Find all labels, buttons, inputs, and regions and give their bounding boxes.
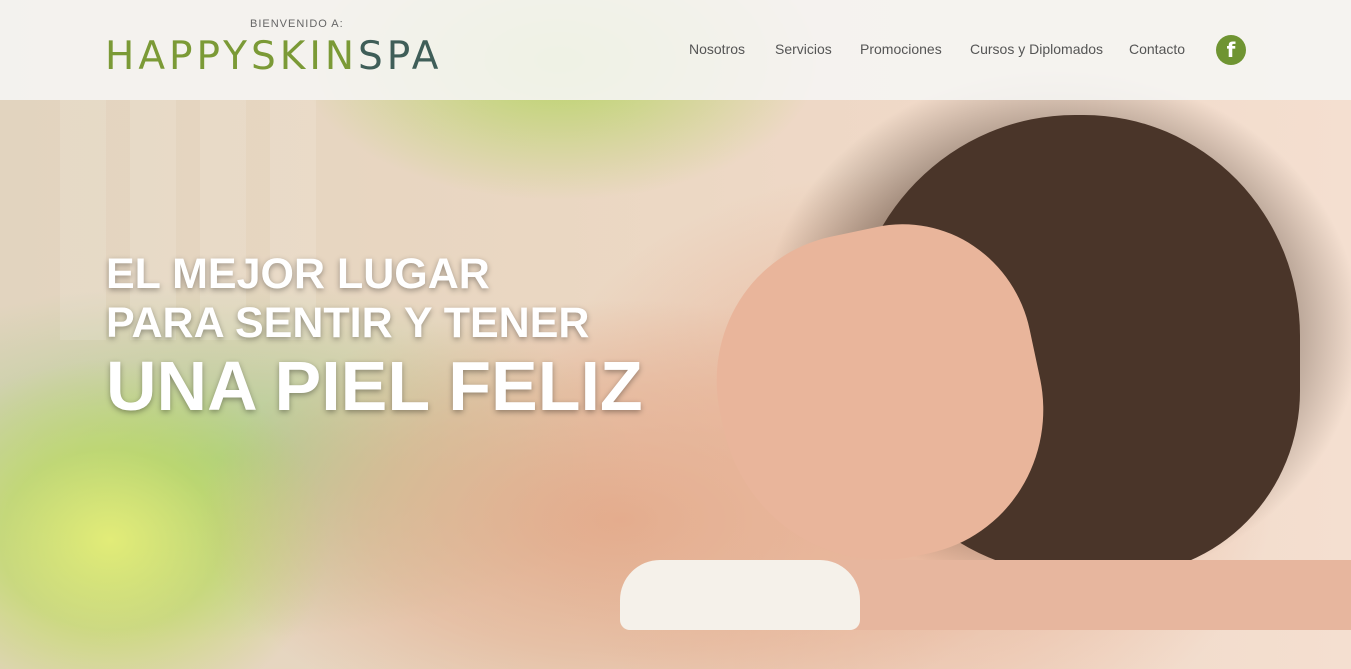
logo[interactable]: BIENVENIDO A: HAPPYSKINSPA (105, 18, 485, 88)
nav-nosotros[interactable]: Nosotros (689, 41, 745, 57)
nav-promociones[interactable]: Promociones (860, 41, 942, 57)
nav-servicios[interactable]: Servicios (775, 41, 832, 57)
brand-name: HAPPYSKINSPA (105, 34, 442, 80)
site-header: BIENVENIDO A: HAPPYSKINSPA Nosotros Serv… (0, 0, 1351, 100)
brand-name-part2: SPA (358, 34, 443, 79)
hero-line-3: UNA PIEL FELIZ (106, 347, 643, 425)
nav-cursos-diplomados[interactable]: Cursos y Diplomados (970, 41, 1103, 57)
facebook-icon[interactable]: f (1216, 35, 1246, 65)
hero-headline: EL MEJOR LUGAR PARA SENTIR Y TENER UNA P… (106, 250, 643, 424)
brand-name-part1: HAPPYSKIN (105, 34, 359, 79)
background-blind (60, 100, 106, 340)
hero-towel (620, 560, 860, 630)
nav-contacto[interactable]: Contacto (1129, 41, 1185, 57)
welcome-text: BIENVENIDO A: (250, 18, 344, 30)
hero-line-2: PARA SENTIR Y TENER (106, 299, 590, 347)
hero-line-1: EL MEJOR LUGAR (106, 250, 490, 298)
